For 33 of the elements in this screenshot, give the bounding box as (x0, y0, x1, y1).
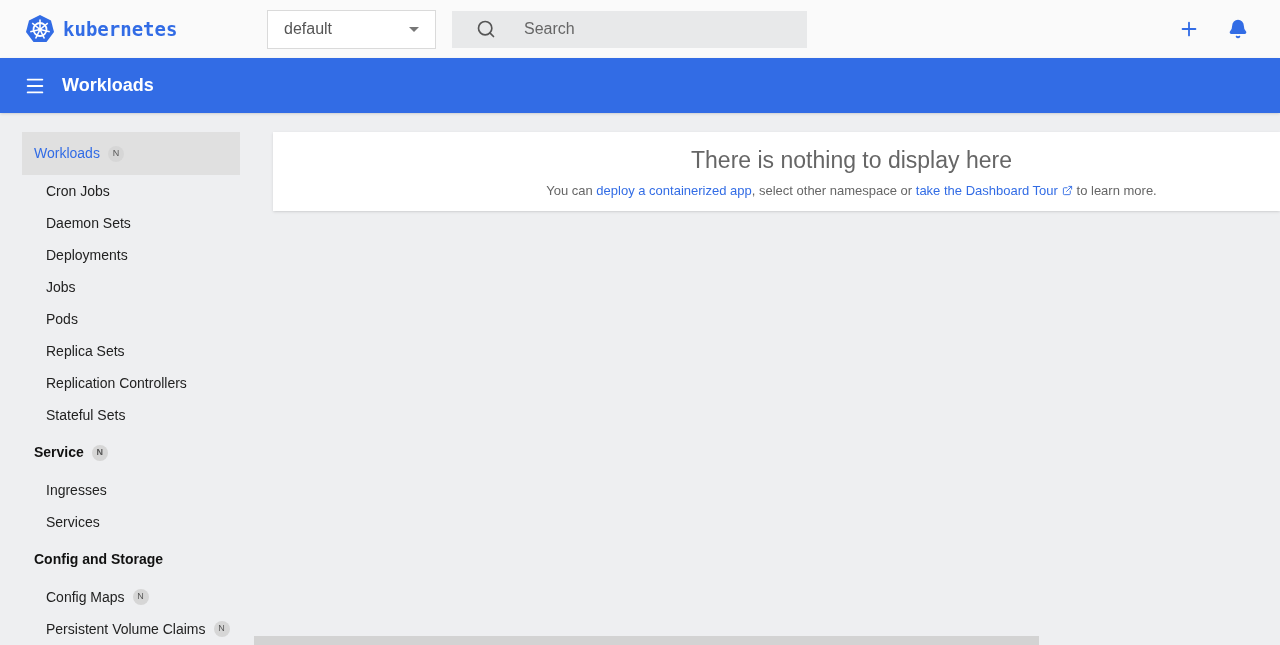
nav-item[interactable]: Jobs (22, 271, 240, 303)
empty-state-message: You can deploy a containerized app, select other namespace or take the Dashboard Tour to learn more. (546, 180, 1157, 200)
deploy-link[interactable]: deploy a containerized app (596, 182, 752, 198)
nav-item[interactable]: Replication Controllers (22, 367, 240, 399)
empty-state-title: There is nothing to display here (691, 146, 1012, 175)
nav-item[interactable]: Deployments (22, 239, 240, 271)
new-badge: N (107, 145, 124, 162)
nav-item[interactable]: Ingresses (22, 474, 240, 506)
caret-icon (409, 26, 419, 32)
page-title: Workloads (62, 74, 154, 97)
nav-item[interactable]: Replica Sets (22, 335, 240, 367)
nav-item[interactable]: Pods (22, 303, 240, 335)
nav-item[interactable]: Cron Jobs (22, 175, 240, 207)
helm-wheel-logo-icon (25, 14, 55, 44)
new-badge: N (91, 444, 108, 461)
nav-item[interactable]: Persistent Volume Claims N (22, 613, 240, 645)
nav-item[interactable]: Config Maps N (22, 581, 240, 613)
nav-item[interactable]: Stateful Sets (22, 399, 240, 431)
search-icon (476, 18, 496, 39)
new-badge: N (132, 589, 149, 605)
namespace-dropdown[interactable]: default (267, 9, 436, 49)
nav-item[interactable]: Daemon Sets (22, 207, 240, 239)
search-field[interactable]: Search (452, 10, 807, 48)
tour-link[interactable]: take the Dashboard Tour (915, 180, 1073, 200)
new-badge: N (213, 621, 230, 637)
nav-section[interactable]: Workloads N (22, 132, 240, 175)
external-link-icon (1061, 184, 1073, 196)
horizontal-scrollbar[interactable] (254, 636, 1039, 645)
notifications-icon[interactable] (1228, 19, 1248, 39)
nav-section[interactable]: Config and Storage (22, 538, 240, 581)
nav-item[interactable]: Services (22, 506, 240, 538)
nav-section[interactable]: Service N (22, 431, 240, 474)
logo-text: kubernetes (63, 16, 178, 42)
